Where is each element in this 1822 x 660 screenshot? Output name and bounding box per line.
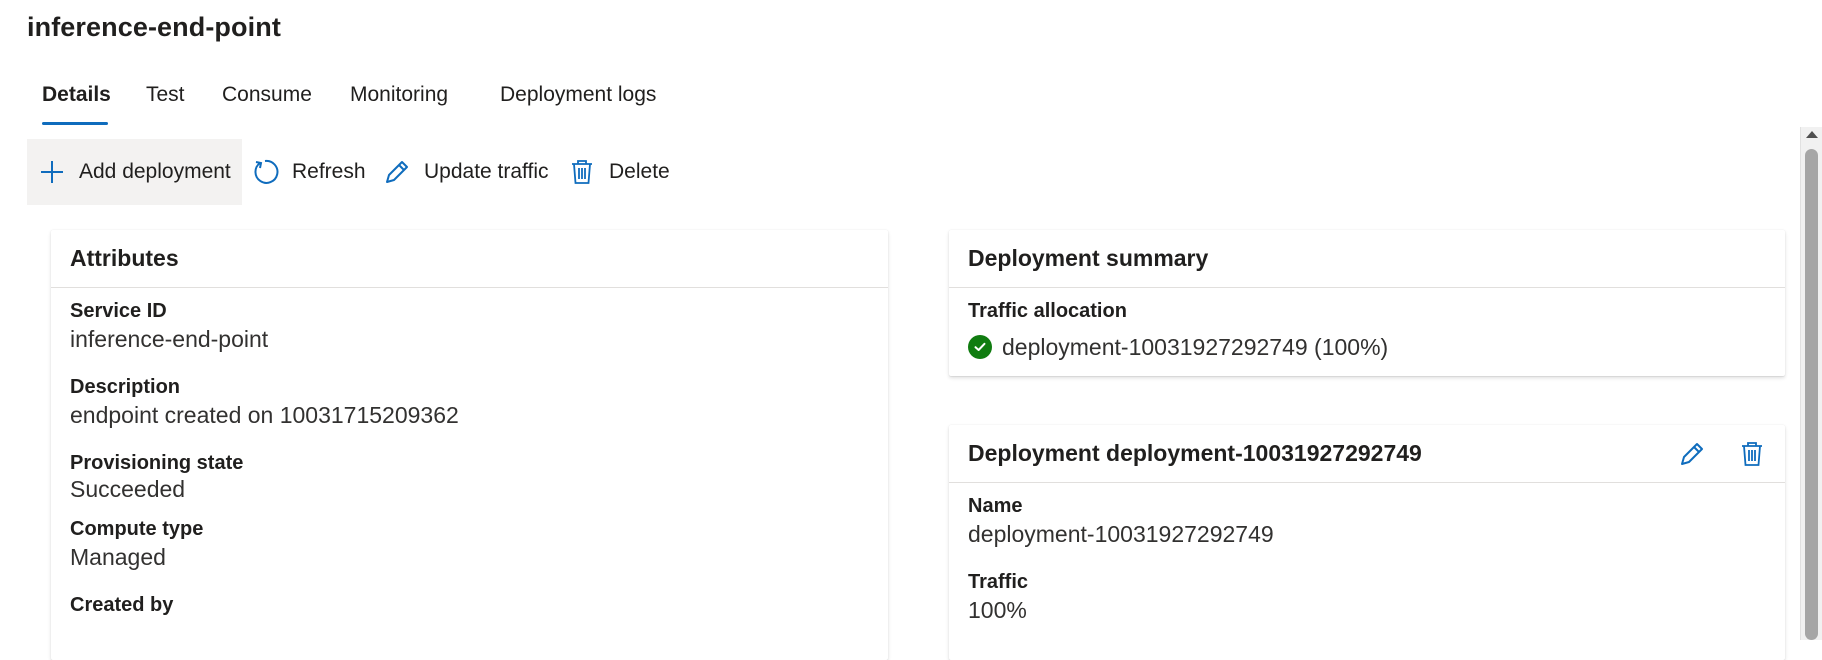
page-title: inference-end-point [27, 12, 281, 42]
active-tab-indicator [42, 122, 108, 125]
tab-monitoring[interactable]: Monitoring [350, 80, 448, 110]
deployment-actions [1677, 439, 1767, 469]
deployment-traffic-field: Traffic 100% [968, 569, 1766, 625]
traffic-allocation-row: deployment-10031927292749 (100%) [968, 332, 1766, 362]
attribute-service-id: Service ID inference-end-point [70, 298, 869, 354]
refresh-button[interactable]: Refresh [250, 139, 366, 205]
scrollbar-thumb[interactable] [1805, 149, 1818, 640]
field-label: Traffic [968, 571, 1029, 593]
refresh-label: Refresh [292, 160, 366, 183]
delete-button[interactable]: Delete [567, 139, 670, 205]
tab-details-label: Details [42, 83, 111, 106]
field-value: endpoint created on 10031715209362 [70, 402, 459, 428]
field-label: Description [70, 376, 181, 398]
tab-details[interactable]: Details [42, 80, 111, 125]
edit-icon [382, 157, 412, 187]
traffic-allocation-label: Traffic allocation [968, 300, 1127, 322]
deployment-header: Deployment deployment-10031927292749 [949, 425, 1785, 483]
tab-consume[interactable]: Consume [222, 80, 312, 110]
attribute-compute-type: Compute type Managed [70, 516, 869, 572]
attributes-header: Attributes [51, 230, 888, 288]
deployment-title: Deployment deployment-10031927292749 [968, 440, 1422, 466]
add-deployment-label: Add deployment [79, 160, 231, 183]
traffic-allocation-value: deployment-10031927292749 (100%) [1002, 334, 1389, 360]
field-value: Succeeded [70, 476, 186, 502]
add-icon [37, 157, 67, 187]
check-circle-icon [968, 335, 992, 359]
field-label: Provisioning state [70, 452, 244, 474]
tab-test[interactable]: Test [146, 80, 185, 110]
scroll-up-arrow-icon[interactable] [1806, 131, 1818, 138]
attribute-created-by: Created by [70, 592, 869, 618]
deployment-summary-card: Deployment summary Traffic allocation de… [949, 230, 1785, 376]
field-label: Created by [70, 594, 174, 616]
field-label: Name [968, 495, 1023, 517]
add-deployment-button[interactable]: Add deployment [27, 139, 242, 205]
edit-icon[interactable] [1677, 439, 1707, 469]
field-value: inference-end-point [70, 326, 269, 352]
deployment-card: Deployment deployment-10031927292749 Nam… [949, 425, 1785, 660]
field-label: Compute type [70, 518, 204, 540]
tab-deployment-logs[interactable]: Deployment logs [500, 80, 656, 110]
deployment-name-field: Name deployment-10031927292749 [968, 493, 1766, 549]
field-value: deployment-10031927292749 [968, 521, 1274, 547]
field-value: Managed [70, 544, 166, 570]
vertical-scrollbar[interactable] [1800, 127, 1822, 640]
delete-icon[interactable] [1737, 439, 1767, 469]
attributes-card: Attributes Service ID inference-end-poin… [51, 230, 888, 660]
attribute-provisioning-state: Provisioning state Succeeded [70, 450, 869, 502]
update-traffic-label: Update traffic [424, 160, 549, 183]
delete-icon [567, 157, 597, 187]
refresh-icon [250, 157, 280, 187]
delete-label: Delete [609, 160, 670, 183]
attribute-description: Description endpoint created on 10031715… [70, 374, 869, 430]
field-label: Service ID [70, 300, 167, 322]
update-traffic-button[interactable]: Update traffic [382, 139, 549, 205]
deployment-summary-header: Deployment summary [949, 230, 1785, 288]
field-value: 100% [968, 597, 1027, 623]
